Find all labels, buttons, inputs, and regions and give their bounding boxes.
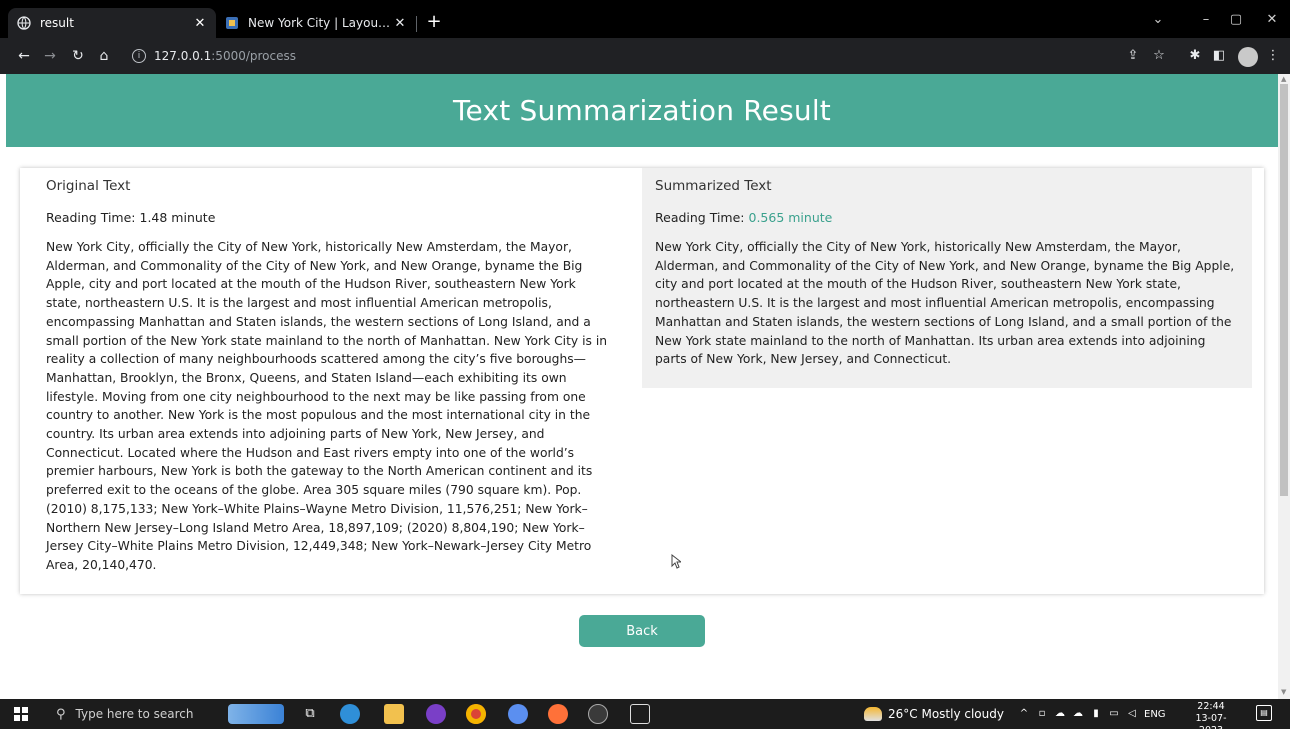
side-panel-icon[interactable]: ◧ xyxy=(1210,47,1228,65)
original-heading: Original Text xyxy=(46,178,131,194)
profile-avatar-icon[interactable] xyxy=(1238,47,1258,67)
page-title: Text Summarization Result xyxy=(453,94,831,127)
close-window-icon[interactable]: ✕ xyxy=(1262,10,1282,30)
reading-time-value: 1.48 minute xyxy=(139,210,216,225)
address-bar[interactable]: i 127.0.0.1:5000/process xyxy=(120,43,1186,69)
back-arrow-icon[interactable]: ← xyxy=(14,46,34,66)
site-info-icon[interactable]: i xyxy=(132,49,146,63)
qbittorrent-icon[interactable] xyxy=(508,704,528,724)
scrollbar-thumb[interactable] xyxy=(1280,84,1288,496)
screen: result ✕ New York City | Layout, Map, Ec… xyxy=(0,0,1290,729)
browser-titlebar: result ✕ New York City | Layout, Map, Ec… xyxy=(0,0,1290,38)
taskbar-search-placeholder: Type here to search xyxy=(75,707,194,721)
summary-text-panel: Summarized Text Reading Time: 0.565 minu… xyxy=(642,168,1252,388)
page-header: Text Summarization Result xyxy=(6,74,1278,147)
reading-time-label: Reading Time: xyxy=(46,210,140,225)
britannica-icon xyxy=(224,15,240,31)
maximize-icon[interactable]: ▢ xyxy=(1226,10,1246,30)
onedrive-cloud-icon[interactable]: ☁ xyxy=(1054,708,1066,720)
widgets-illustration-icon[interactable] xyxy=(228,704,284,724)
clock-time: 22:44 xyxy=(1197,701,1225,712)
taskbar-clock[interactable]: 22:44 13-07-2023 xyxy=(1188,701,1234,729)
scroll-up-arrow-icon[interactable]: ▲ xyxy=(1281,75,1286,83)
app-circle-icon[interactable] xyxy=(588,704,608,724)
windows-start-icon[interactable] xyxy=(14,707,28,721)
reload-icon[interactable]: ↻ xyxy=(68,46,88,66)
mouse-pointer-icon xyxy=(671,553,683,573)
summary-heading: Summarized Text xyxy=(655,178,772,194)
minimize-icon[interactable]: – xyxy=(1196,10,1216,30)
back-button[interactable]: Back xyxy=(579,615,705,647)
result-card: Original Text Reading Time: 1.48 minute … xyxy=(20,168,1264,594)
close-tab-icon[interactable]: ✕ xyxy=(192,16,208,31)
new-tab-plus-icon[interactable]: + xyxy=(424,12,444,32)
weather-widget[interactable]: 26°C Mostly cloudy xyxy=(864,705,1004,723)
microphone-icon[interactable]: ▮ xyxy=(1090,708,1102,720)
original-text-panel: Original Text Reading Time: 1.48 minute … xyxy=(20,168,640,594)
close-tab-icon[interactable]: ✕ xyxy=(392,16,408,31)
tray-app-icon[interactable]: ▫ xyxy=(1036,708,1048,720)
windows-taskbar: ⚲ Type here to search ⧉ 26°C Mostly clou… xyxy=(0,699,1290,729)
tab-title: New York City | Layout, Map, Economy xyxy=(248,16,392,30)
share-icon[interactable]: ⇪ xyxy=(1124,47,1142,65)
terminal-window-icon[interactable] xyxy=(630,704,650,724)
app-purple-icon[interactable] xyxy=(426,704,446,724)
menu-kebab-icon[interactable]: ⋮ xyxy=(1264,47,1282,65)
browser-toolbar: ← → ↻ ⌂ i 127.0.0.1:5000/process ⇪ ☆ ✱ ◧… xyxy=(0,38,1290,74)
original-body-text: New York City, officially the City of Ne… xyxy=(46,240,608,572)
scroll-down-arrow-icon[interactable]: ▼ xyxy=(1281,688,1286,696)
summary-body-text: New York City, officially the City of Ne… xyxy=(655,240,1235,367)
reading-time-value: 0.565 minute xyxy=(748,210,833,225)
tab-new-york-city[interactable]: New York City | Layout, Map, Economy ✕ xyxy=(216,8,416,38)
firefox-browser-icon[interactable] xyxy=(548,704,568,724)
tab-title: result xyxy=(40,16,74,30)
battery-icon[interactable]: ▭ xyxy=(1108,708,1120,720)
page-viewport: Text Summarization Result Original Text … xyxy=(0,74,1278,699)
weather-cloud-sun-icon xyxy=(864,707,882,721)
chrome-browser-icon[interactable] xyxy=(466,704,486,724)
clock-date: 13-07-2023 xyxy=(1195,713,1227,729)
search-icon: ⚲ xyxy=(56,706,66,722)
original-reading-time: Reading Time: 1.48 minute xyxy=(46,210,614,228)
home-icon[interactable]: ⌂ xyxy=(94,46,114,66)
edge-browser-icon[interactable] xyxy=(340,704,360,724)
onedrive-cloud-icon-2[interactable]: ☁ xyxy=(1072,708,1084,720)
page-scrollbar[interactable]: ▲ ▼ xyxy=(1278,74,1290,699)
forward-arrow-icon[interactable]: → xyxy=(40,46,60,66)
tab-search-chevron-icon[interactable]: ⌄ xyxy=(1148,10,1168,30)
show-hidden-icons-chevron-icon[interactable]: ^ xyxy=(1018,708,1030,720)
system-tray: ^ ▫ ☁ ☁ ▮ ▭ ◁ ENG xyxy=(1018,705,1166,723)
summary-reading-time: Reading Time: 0.565 minute xyxy=(655,210,1239,228)
notification-center-icon[interactable]: ▤ xyxy=(1256,705,1272,721)
volume-icon[interactable]: ◁ xyxy=(1126,708,1138,720)
reading-time-label: Reading Time: xyxy=(655,210,749,225)
weather-text: 26°C Mostly cloudy xyxy=(888,707,1004,721)
file-explorer-icon[interactable] xyxy=(384,704,404,724)
extensions-puzzle-icon[interactable]: ✱ xyxy=(1186,47,1204,65)
tab-result[interactable]: result ✕ xyxy=(8,8,216,38)
globe-icon xyxy=(16,15,32,31)
task-view-icon[interactable]: ⧉ xyxy=(300,704,320,724)
bookmark-star-icon[interactable]: ☆ xyxy=(1150,47,1168,65)
url-host: 127.0.0.1 xyxy=(154,49,212,63)
tab-divider xyxy=(416,16,417,32)
language-indicator[interactable]: ENG xyxy=(1144,709,1166,720)
url-path: :5000/process xyxy=(211,49,297,63)
taskbar-search-box[interactable]: ⚲ Type here to search xyxy=(44,701,222,727)
